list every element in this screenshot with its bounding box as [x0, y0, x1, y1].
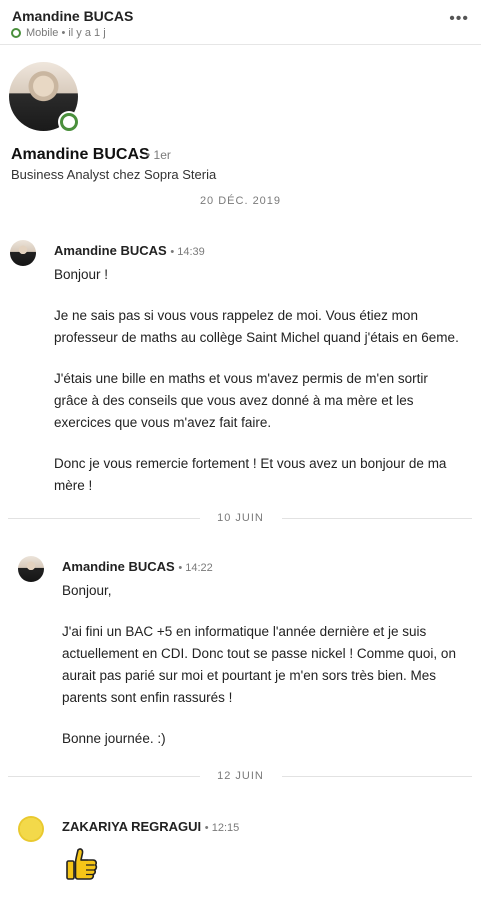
online-badge-icon [60, 113, 78, 131]
message-paragraph: J'étais une bille en maths et vous m'ave… [54, 371, 428, 430]
more-options-icon[interactable]: ••• [449, 10, 469, 28]
online-status-icon [11, 28, 21, 38]
message-time: • 12:15 [204, 822, 240, 834]
message-paragraph: Bonne journée. :) [62, 731, 166, 746]
divider [282, 518, 472, 519]
sender-avatar[interactable] [10, 240, 36, 266]
date-separator: 20 DÉC. 2019 [199, 195, 282, 207]
divider [282, 776, 472, 777]
message-header: Amandine BUCAS • 14:22 [62, 559, 213, 574]
conversation-header: Amandine BUCAS Mobile • il y a 1 j ••• [0, 0, 481, 45]
connection-degree: • 1er [146, 148, 171, 162]
message-header: ZAKARIYA REGRAGUI • 12:15 [62, 819, 239, 834]
header-contact-name[interactable]: Amandine BUCAS [12, 8, 133, 24]
profile-name[interactable]: Amandine BUCAS [11, 146, 150, 164]
sender-avatar[interactable] [18, 816, 44, 842]
message-time: • 14:39 [170, 246, 205, 258]
message-paragraph: J'ai fini un BAC +5 en informatique l'an… [62, 624, 456, 705]
message-paragraph: Je ne sais pas si vous vous rappelez de … [54, 308, 459, 345]
sender-name[interactable]: Amandine BUCAS [62, 559, 175, 574]
profile-headline: Business Analyst chez Sopra Steria [11, 167, 217, 182]
message-paragraph: Donc je vous remercie fortement ! Et vou… [54, 456, 447, 493]
header-status-text: Mobile • il y a 1 j [26, 27, 106, 39]
message-time: • 14:22 [178, 562, 213, 574]
message-paragraph: Bonjour, [62, 583, 112, 598]
sender-name[interactable]: Amandine BUCAS [54, 243, 167, 258]
sender-name[interactable]: ZAKARIYA REGRAGUI [62, 819, 201, 834]
message-body: Bonjour, J'ai fini un BAC +5 en informat… [62, 580, 474, 750]
message-header: Amandine BUCAS • 14:39 [54, 243, 205, 258]
thumbs-up-icon [66, 848, 98, 880]
sender-avatar[interactable] [18, 556, 44, 582]
message-body: Bonjour ! Je ne sais pas si vous vous ra… [54, 264, 464, 497]
header-status: Mobile • il y a 1 j [11, 27, 106, 39]
message-paragraph: Bonjour ! [54, 267, 109, 282]
